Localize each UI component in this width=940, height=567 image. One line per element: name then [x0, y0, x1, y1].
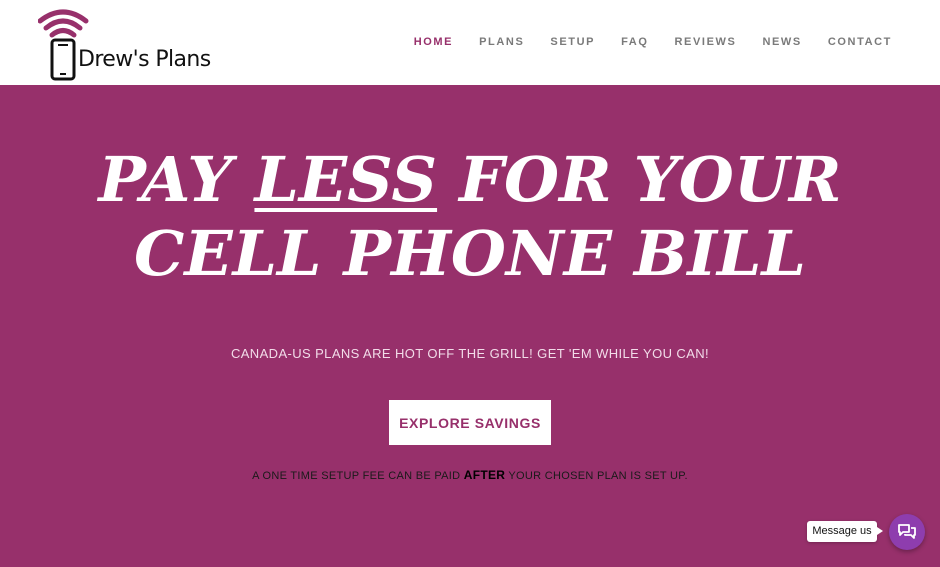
hero-headline: PAY LESS FOR YOUR CELL PHONE BILL — [0, 143, 940, 291]
nav-reviews[interactable]: REVIEWS — [675, 36, 737, 48]
headline-line2: CELL PHONE BILL — [134, 217, 806, 290]
chat-icon — [898, 524, 916, 539]
nav-contact[interactable]: CONTACT — [828, 36, 892, 48]
message-us-bubble[interactable]: Message us — [807, 521, 883, 542]
nav-news[interactable]: NEWS — [762, 36, 801, 48]
chat-button[interactable] — [889, 514, 925, 550]
fee-note-pre: A ONE TIME SETUP FEE CAN BE PAID — [252, 470, 464, 482]
nav-home[interactable]: HOME — [414, 36, 453, 48]
headline-pre: PAY — [98, 143, 255, 216]
main-nav: HOME PLANS SETUP FAQ REVIEWS NEWS CONTAC… — [388, 36, 892, 48]
headline-post: FOR YOUR — [437, 143, 842, 216]
hero-subtext: CANADA-US PLANS ARE HOT OFF THE GRILL! G… — [230, 346, 710, 361]
hero-section: PAY LESS FOR YOUR CELL PHONE BILL CANADA-… — [0, 85, 940, 567]
fee-note-strong: AFTER — [463, 468, 506, 482]
nav-plans[interactable]: PLANS — [479, 36, 524, 48]
fee-note-post: YOUR CHOSEN PLAN IS SET UP. — [505, 470, 688, 482]
nav-faq[interactable]: FAQ — [621, 36, 648, 48]
explore-savings-button[interactable]: EXPLORE SAVINGS — [389, 400, 551, 445]
headline-emphasis: LESS — [254, 143, 438, 216]
site-logo[interactable]: Drew's Plans — [38, 5, 218, 83]
site-header: Drew's Plans HOME PLANS SETUP FAQ REVIEW… — [0, 0, 940, 85]
brand-name: Drew's Plans — [78, 47, 211, 72]
nav-setup[interactable]: SETUP — [550, 36, 595, 48]
setup-fee-note: A ONE TIME SETUP FEE CAN BE PAID AFTER Y… — [0, 468, 940, 482]
